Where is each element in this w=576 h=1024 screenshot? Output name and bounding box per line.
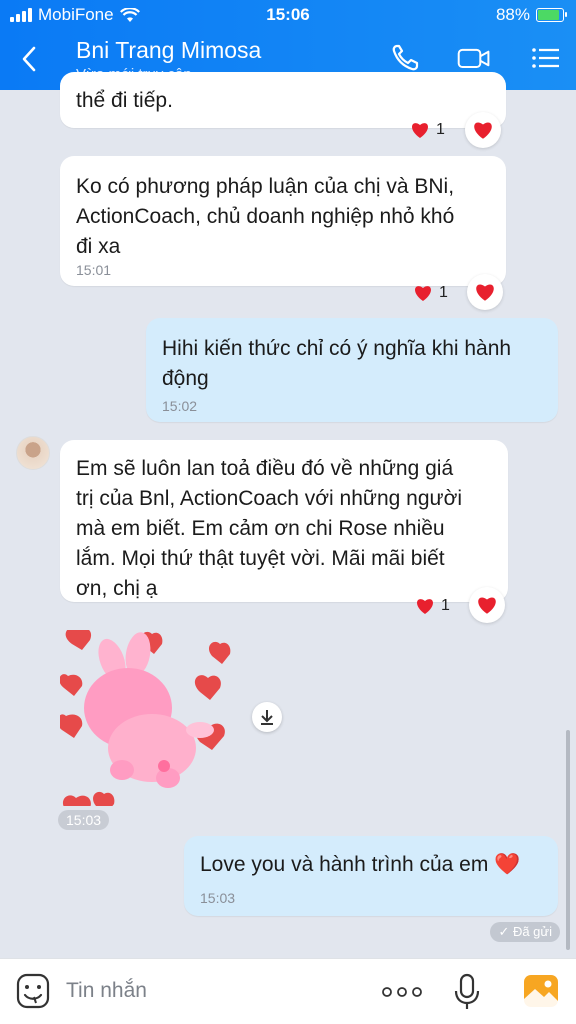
battery-icon [536, 8, 567, 22]
download-button[interactable] [252, 702, 282, 732]
sent-status-badge: ✓ Đã gửi [490, 922, 560, 942]
message-line: trị của Bnl, ActionCoach với những người [76, 487, 463, 510]
react-button[interactable] [467, 274, 503, 310]
heart-icon [474, 122, 492, 139]
reaction-count: 1 [441, 597, 450, 614]
bunny-sticker-image[interactable] [60, 630, 232, 806]
heart-icon [478, 597, 496, 614]
reaction-count: 1 [436, 121, 445, 138]
phone-call-icon[interactable] [388, 42, 424, 74]
clock: 15:06 [266, 5, 310, 24]
message-bubble[interactable]: Ko có phương pháp luận của chị và BNi, A… [60, 156, 506, 286]
message-time: 15:02 [162, 398, 198, 414]
heart-icon [417, 599, 433, 614]
heart-icon [415, 286, 431, 301]
message-time: 15:03 [200, 890, 236, 906]
react-button[interactable] [469, 587, 505, 623]
message-bubble[interactable]: thể đi tiếp. [60, 72, 506, 128]
microphone-icon[interactable] [454, 973, 480, 1011]
status-bar: MobiFone 15:06 88% [0, 0, 576, 30]
message-input-bar: Tin nhắn [0, 958, 576, 1024]
contact-name[interactable]: Bni Trang Mimosa [76, 37, 261, 64]
reaction-count: 1 [439, 284, 448, 301]
message-line: Em sẽ luôn lan toả điều đó về những giá [76, 457, 454, 480]
message-line: ActionCoach, chủ doanh nghiệp nhỏ khó [76, 205, 455, 228]
photo-gallery-icon[interactable] [522, 973, 560, 1009]
message-input[interactable]: Tin nhắn [66, 979, 147, 1003]
download-icon [261, 710, 273, 725]
battery-percent: 88% [495, 5, 530, 24]
reaction-summary[interactable]: 1 [415, 597, 450, 615]
video-call-icon[interactable] [456, 42, 492, 74]
message-line: động [162, 367, 209, 390]
message-text: thể đi tiếp. [76, 89, 173, 112]
message-line: Ko có phương pháp luận của chị và BNi, [76, 175, 455, 198]
message-bubble[interactable]: Em sẽ luôn lan toả điều đó về những giá … [60, 440, 508, 602]
back-icon[interactable] [18, 44, 42, 74]
message-line: Hihi kiến thức chỉ có ý nghĩa khi hành [162, 337, 512, 360]
message-line: mà em biết. Em cảm ơn chi Rose nhiều [76, 517, 445, 540]
avatar[interactable] [16, 436, 50, 470]
message-text: Love you và hành trình của em ❤️ [200, 853, 521, 876]
heart-icon [476, 284, 494, 301]
message-line: ơn, chị ạ [76, 577, 158, 600]
heart-icon [412, 123, 428, 138]
my-message-bubble[interactable]: Hihi kiến thức chỉ có ý nghĩa khi hành đ… [146, 318, 558, 422]
message-line: đi xa [76, 235, 121, 258]
message-line: lắm. Mọi thứ thật tuyệt vời. Mãi mãi biế… [76, 547, 445, 570]
sticker-emoji-icon[interactable] [16, 973, 50, 1009]
reaction-summary[interactable]: 1 [413, 284, 448, 302]
react-button[interactable] [465, 112, 501, 148]
more-options-icon[interactable] [382, 987, 422, 997]
my-message-bubble[interactable]: Love you và hành trình của em ❤️ 15:03 [184, 836, 558, 916]
menu-icon[interactable] [528, 42, 564, 74]
scrollbar[interactable] [566, 730, 570, 950]
message-time: 15:01 [76, 262, 112, 278]
sticker-time: 15:03 [58, 810, 110, 830]
reaction-summary[interactable]: 1 [410, 121, 445, 139]
